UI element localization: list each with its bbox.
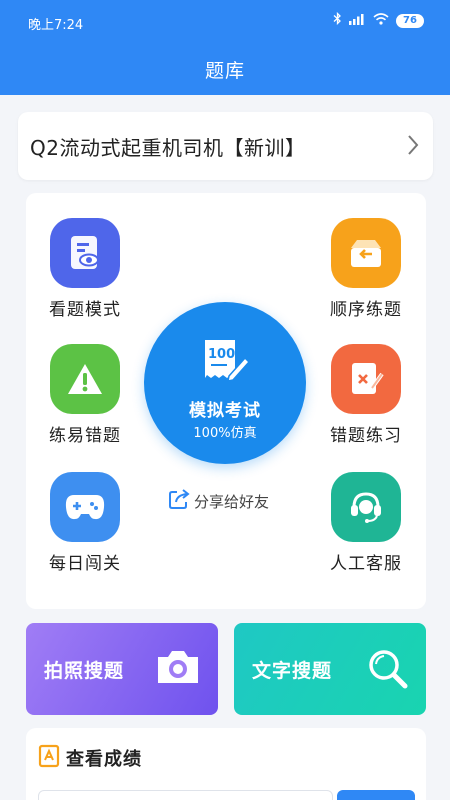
text-search-label: 文字搜题 [252, 660, 333, 682]
exam-paper-icon: 100 [205, 340, 251, 382]
exam-subtitle: 100%仿真 [193, 426, 257, 441]
tile-label: 错题练习 [330, 426, 402, 446]
share-icon [168, 488, 190, 514]
wrong-document-icon [331, 344, 401, 414]
app-header: 晚上7:24 76 题库 [0, 0, 450, 95]
inbox-arrow-icon [331, 218, 401, 288]
tile-label: 顺序练题 [330, 300, 402, 320]
signal-icon [349, 13, 366, 29]
tile-label: 练易错题 [49, 426, 121, 446]
gamepad-icon [50, 472, 120, 542]
score-title: 查看成绩 [66, 749, 142, 770]
status-icons: 76 [333, 11, 424, 29]
text-search-button[interactable]: 文字搜题 [234, 623, 426, 715]
share-button[interactable]: 分享给好友 [168, 488, 269, 514]
photo-search-label: 拍照搜题 [44, 660, 125, 682]
tile-view-questions[interactable]: 看题模式 [25, 218, 145, 320]
warning-icon [50, 344, 120, 414]
chevron-right-icon [407, 134, 419, 160]
tile-label: 看题模式 [49, 300, 121, 320]
bluetooth-icon [333, 11, 342, 29]
score-card: 查看成绩 [26, 728, 426, 800]
camera-icon [154, 647, 202, 691]
tile-label: 每日闯关 [49, 554, 121, 574]
wifi-icon [373, 12, 389, 29]
tile-sequential-practice[interactable]: 顺序练题 [306, 218, 426, 320]
headset-icon [331, 472, 401, 542]
eye-document-icon [50, 218, 120, 288]
status-bar: 晚上7:24 76 [0, 0, 450, 40]
share-label: 分享给好友 [194, 492, 270, 511]
score-query-input[interactable] [38, 790, 333, 800]
tile-customer-service[interactable]: 人工客服 [306, 472, 426, 574]
photo-search-button[interactable]: 拍照搜题 [26, 623, 218, 715]
tile-label: 人工客服 [330, 554, 402, 574]
tile-error-prone-practice[interactable]: 练易错题 [25, 344, 145, 446]
course-title: Q2流动式起重机司机【新训】 [30, 136, 306, 160]
mock-exam-button[interactable]: 100 模拟考试 100%仿真 [144, 302, 306, 464]
magnifier-icon [366, 647, 410, 695]
tile-daily-challenge[interactable]: 每日闯关 [25, 472, 145, 574]
battery-indicator: 76 [396, 13, 424, 28]
status-time: 晚上7:24 [28, 18, 84, 33]
course-selector[interactable]: Q2流动式起重机司机【新训】 [18, 112, 433, 180]
exam-badge: 100 [208, 347, 235, 362]
tile-wrong-answer-practice[interactable]: 错题练习 [306, 344, 426, 446]
score-badge-icon [38, 744, 60, 772]
exam-title: 模拟考试 [189, 401, 261, 421]
page-title: 题库 [204, 60, 245, 82]
score-query-button[interactable] [337, 790, 415, 800]
